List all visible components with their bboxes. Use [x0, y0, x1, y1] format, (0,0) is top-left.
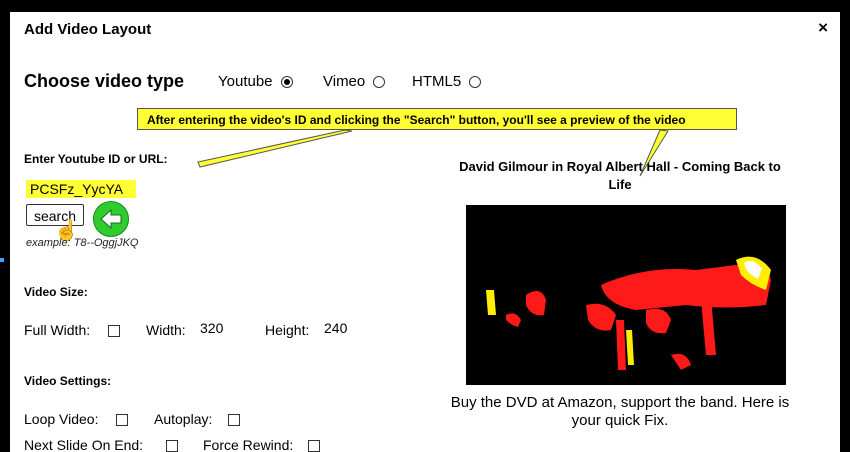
- back-arrow-icon[interactable]: [93, 201, 129, 237]
- force-rewind-checkbox[interactable]: [308, 440, 320, 452]
- radio-html5-label: HTML5: [412, 73, 462, 90]
- dialog-title: Add Video Layout: [24, 21, 152, 38]
- radio-youtube-button[interactable]: [280, 75, 293, 88]
- video-size-heading: Video Size:: [24, 285, 88, 299]
- close-icon[interactable]: ×: [818, 18, 828, 38]
- radio-vimeo-button[interactable]: [373, 75, 386, 88]
- video-frame-image: [466, 205, 786, 385]
- youtube-id-input[interactable]: PCSFz_YycYA: [26, 180, 136, 198]
- search-help-tooltip: After entering the video's ID and clicki…: [137, 108, 737, 130]
- loop-video-checkbox[interactable]: [116, 414, 128, 426]
- next-slide-checkbox[interactable]: [166, 440, 178, 452]
- width-label: Width:: [146, 322, 186, 338]
- youtube-id-example: example: T8--OggjJKQ: [26, 237, 139, 249]
- width-input[interactable]: 320: [200, 320, 223, 336]
- radio-html5[interactable]: HTML5: [412, 73, 482, 90]
- full-width-label: Full Width:: [24, 322, 91, 338]
- video-preview-title: David Gilmour in Royal Albert Hall - Com…: [459, 159, 781, 192]
- full-width-checkbox[interactable]: [108, 325, 120, 337]
- background-edge-marker: [0, 258, 4, 262]
- radio-youtube[interactable]: Youtube: [218, 73, 293, 90]
- video-settings-heading: Video Settings:: [24, 374, 112, 388]
- add-video-layout-dialog: Add Video Layout × Choose video type You…: [10, 12, 840, 452]
- video-caption: Buy the DVD at Amazon, support the band.…: [450, 394, 790, 429]
- radio-vimeo[interactable]: Vimeo: [323, 73, 386, 90]
- video-type-heading: Choose video type: [24, 71, 185, 91]
- radio-html5-button[interactable]: [469, 75, 482, 88]
- youtube-id-label: Enter Youtube ID or URL:: [24, 152, 168, 166]
- radio-youtube-label: Youtube: [218, 73, 273, 90]
- force-rewind-label: Force Rewind:: [203, 437, 294, 452]
- autoplay-label: Autoplay:: [154, 411, 213, 427]
- arrow-left-glyph: [100, 208, 122, 230]
- autoplay-checkbox[interactable]: [228, 414, 240, 426]
- height-label: Height:: [265, 322, 310, 338]
- video-preview[interactable]: [466, 205, 786, 385]
- next-slide-label: Next Slide On End:: [24, 437, 144, 452]
- height-input[interactable]: 240: [324, 320, 347, 336]
- radio-vimeo-label: Vimeo: [323, 73, 366, 90]
- loop-video-label: Loop Video:: [24, 411, 99, 427]
